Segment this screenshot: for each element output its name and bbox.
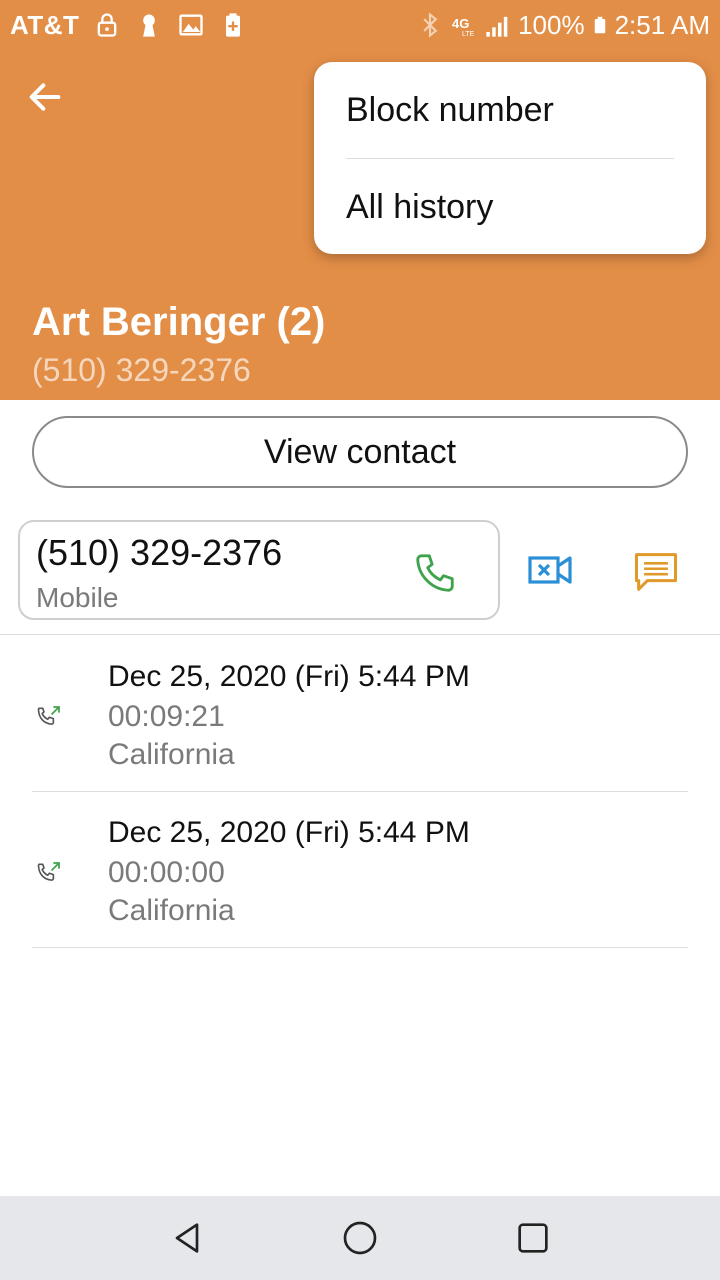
message-icon[interactable] — [630, 546, 682, 598]
status-bar: AT&T 4G LTE 100% 2:51 AM — [0, 0, 720, 50]
contact-number: (510) 329-2376 — [32, 352, 251, 388]
lte-icon: 4G LTE — [452, 16, 475, 38]
status-bar-right: 4G LTE 100% 2:51 AM — [416, 10, 710, 41]
battery-icon — [594, 16, 605, 34]
call-duration: 00:09:21 — [108, 700, 225, 733]
nav-recents-button[interactable] — [511, 1216, 555, 1260]
triangle-back-icon — [175, 1223, 198, 1253]
arrow-left-icon — [29, 83, 61, 111]
overflow-menu: Block number All history — [314, 62, 706, 254]
keyhole-icon — [143, 14, 156, 37]
phone-call-icon[interactable] — [412, 550, 458, 596]
nav-home-button[interactable] — [338, 1216, 382, 1260]
video-call-icon[interactable] — [526, 546, 574, 594]
call-date: Dec 25, 2020 (Fri) 5:44 PM — [108, 660, 470, 693]
square-recents-icon — [518, 1223, 548, 1253]
view-contact-button[interactable]: View contact — [32, 416, 688, 488]
phone-type: Mobile — [36, 582, 119, 613]
battery-saver-icon — [226, 13, 241, 37]
phone-number: (510) 329-2376 — [36, 532, 283, 573]
navigation-bar — [0, 1196, 720, 1280]
call-location: California — [108, 738, 235, 771]
menu-item-all-history[interactable]: All history — [346, 159, 674, 255]
contact-name: Art Beringer (2) — [32, 300, 326, 344]
phone-number-card[interactable]: (510) 329-2376 Mobile — [18, 520, 500, 620]
menu-item-block-number[interactable]: Block number — [346, 62, 674, 158]
lock-icon — [98, 13, 117, 37]
history-item[interactable]: Dec 25, 2020 (Fri) 5:44 PM 00:00:00 Cali… — [0, 792, 720, 948]
call-duration: 00:00:00 — [108, 856, 225, 889]
nav-back-button[interactable] — [165, 1216, 209, 1260]
battery-percent: 100% — [518, 9, 585, 40]
row-divider — [32, 947, 688, 948]
section-divider — [0, 634, 720, 635]
outgoing-call-icon — [37, 862, 60, 881]
back-button[interactable] — [20, 72, 70, 122]
circle-home-icon — [343, 1221, 377, 1255]
carrier-label: AT&T — [10, 9, 80, 40]
signal-icon — [486, 16, 508, 37]
status-bar-left: AT&T — [10, 10, 247, 41]
svg-text:4G: 4G — [452, 16, 469, 31]
image-icon — [179, 14, 204, 36]
svg-text:LTE: LTE — [462, 31, 475, 38]
call-date: Dec 25, 2020 (Fri) 5:44 PM — [108, 816, 470, 849]
bluetooth-icon — [423, 12, 438, 38]
history-item[interactable]: Dec 25, 2020 (Fri) 5:44 PM 00:09:21 Cali… — [0, 636, 720, 792]
call-history-list: Dec 25, 2020 (Fri) 5:44 PM 00:09:21 Cali… — [0, 636, 720, 948]
outgoing-call-icon — [37, 706, 60, 725]
clock: 2:51 AM — [614, 9, 710, 40]
call-location: California — [108, 894, 235, 927]
